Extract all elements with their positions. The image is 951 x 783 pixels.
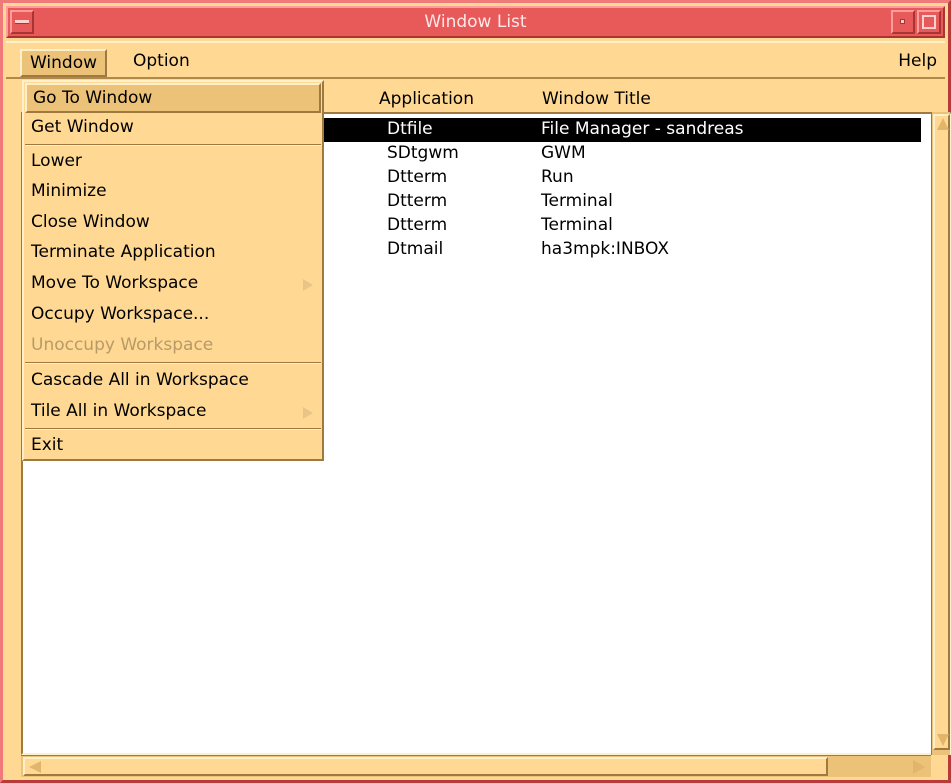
scroll-right-arrow-icon[interactable] (913, 760, 925, 774)
maximize-icon (922, 15, 936, 29)
row-window-title: ha3mpk:INBOX (541, 239, 669, 259)
menu-item-terminate-application[interactable]: Terminate Application (25, 239, 321, 269)
horizontal-scrollbar[interactable] (21, 755, 931, 777)
menu-item-tile-all[interactable]: Tile All in Workspace (25, 398, 321, 428)
menu-item-cascade-all[interactable]: Cascade All in Workspace (25, 367, 321, 397)
row-window-title: Run (541, 167, 574, 187)
row-application: Dtterm (387, 215, 448, 235)
menu-help[interactable]: Help (890, 49, 945, 77)
menu-item-close-window[interactable]: Close Window (25, 209, 321, 239)
row-window-title: Terminal (541, 215, 613, 235)
minimize-icon (900, 19, 905, 24)
row-application: SDtgwm (387, 143, 459, 163)
row-window-title: GWM (541, 143, 586, 163)
menu-item-minimize[interactable]: Minimize (25, 178, 321, 208)
menu-item-unoccupy-workspace: Unoccupy Workspace (31, 335, 214, 355)
menu-item-go-to-window[interactable]: Go To Window (25, 83, 321, 113)
row-application: Dtterm (387, 191, 448, 211)
column-header-application[interactable]: Application (379, 89, 474, 109)
menu-separator (25, 428, 321, 430)
scroll-down-arrow-icon[interactable] (937, 734, 949, 746)
row-application: Dtmail (387, 239, 444, 259)
column-header-window-title[interactable]: Window Title (542, 89, 651, 109)
row-window-title: File Manager - sandreas (541, 119, 744, 139)
row-application: Dtterm (387, 167, 448, 187)
menu-item-get-window[interactable]: Get Window (25, 114, 321, 144)
menu-separator (25, 362, 321, 364)
menu-separator (25, 144, 321, 146)
scroll-up-arrow-icon[interactable] (937, 118, 949, 130)
cascade-arrow-icon (303, 407, 313, 419)
menu-item-label: Tile All in Workspace (31, 401, 207, 421)
title-bar[interactable]: Window List (6, 6, 945, 38)
window-title: Window List (424, 12, 527, 32)
menu-item-occupy-workspace[interactable]: Occupy Workspace... (25, 301, 321, 331)
menu-bar: Window Option Help (6, 41, 945, 79)
row-application: Dtfile (387, 119, 433, 139)
vertical-scroll-thumb[interactable] (933, 114, 950, 750)
window-list-window: Window List Window Option Help Applicati… (0, 0, 951, 783)
minimize-button[interactable] (891, 10, 915, 34)
menu-item-move-to-workspace[interactable]: Move To Workspace (25, 270, 321, 300)
menu-item-lower[interactable]: Lower (25, 148, 321, 178)
vertical-scrollbar[interactable] (931, 112, 950, 755)
menu-item-label: Move To Workspace (31, 273, 199, 293)
cascade-arrow-icon (303, 279, 313, 291)
maximize-button[interactable] (917, 10, 941, 34)
menu-item-exit[interactable]: Exit (25, 432, 321, 462)
menu-window[interactable]: Window (20, 49, 108, 77)
row-window-title: Terminal (541, 191, 613, 211)
window-menu-dropdown: Go To Window Get Window Lower Minimize C… (22, 80, 324, 461)
menu-option[interactable]: Option (125, 49, 198, 77)
horizontal-scroll-thumb[interactable] (23, 757, 828, 776)
scroll-left-arrow-icon[interactable] (29, 761, 41, 773)
